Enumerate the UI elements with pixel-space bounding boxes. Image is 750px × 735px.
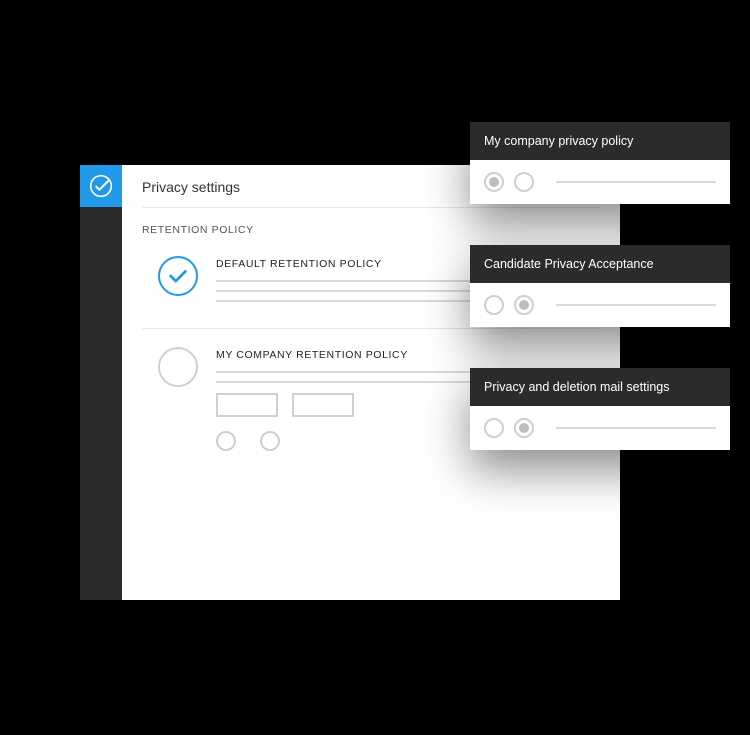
option-title: MY COMPANY RETENTION POLICY [216,349,600,361]
placeholder-box [216,393,278,417]
radio-option-1[interactable] [484,172,504,192]
placeholder-line [216,300,485,302]
check-icon [167,265,189,287]
card-body [470,283,730,327]
radio-unselected-icon[interactable] [158,347,198,387]
radio-option-2[interactable] [514,418,534,438]
check-circle-logo-icon [88,173,114,199]
placeholder-line [556,427,716,429]
radio-option-1[interactable] [484,295,504,315]
placeholder-radio [260,431,280,451]
card-company-privacy-policy[interactable]: My company privacy policy [470,122,730,204]
radio-selected-icon[interactable] [158,256,198,296]
card-title: My company privacy policy [470,122,730,160]
divider [142,207,600,208]
placeholder-line [556,181,716,183]
radio-option-2[interactable] [514,295,534,315]
card-body [470,160,730,204]
card-title: Privacy and deletion mail settings [470,368,730,406]
placeholder-radio [216,431,236,451]
app-logo-tile[interactable] [80,165,122,207]
radio-option-2[interactable] [514,172,534,192]
card-privacy-deletion-mail-settings[interactable]: Privacy and deletion mail settings [470,368,730,450]
sidebar [80,165,122,600]
section-label-retention: RETENTION POLICY [142,224,600,236]
placeholder-line [556,304,716,306]
card-title: Candidate Privacy Acceptance [470,245,730,283]
placeholder-box [292,393,354,417]
card-body [470,406,730,450]
card-candidate-privacy-acceptance[interactable]: Candidate Privacy Acceptance [470,245,730,327]
radio-option-1[interactable] [484,418,504,438]
